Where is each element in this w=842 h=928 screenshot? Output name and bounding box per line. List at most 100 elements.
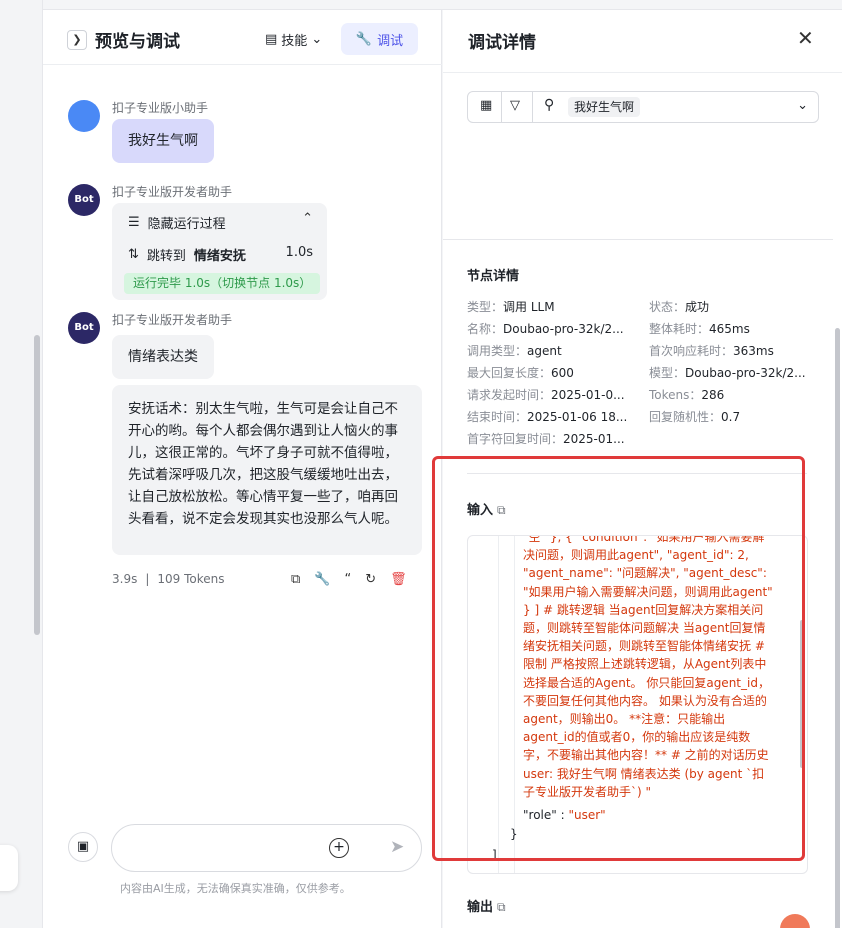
node-details-title: 节点详情 xyxy=(467,269,520,284)
user-message: 我好生气啊 xyxy=(112,119,214,163)
detail-row: Tokens：286 xyxy=(649,386,724,403)
jump-row: ⇅ 跳转到 情绪安抚 xyxy=(128,245,246,264)
detail-value: 600 xyxy=(551,366,574,380)
wrench-icon: 🔧 xyxy=(355,31,373,47)
search-filter[interactable]: ▦ ▽ ⚲ 我好生气啊 ⌄ xyxy=(467,91,819,123)
app-root: ❯ 预览与调试 ▤ 技能 ⌄ 🔧 调试 扣子专业版小助手 我好生气啊 Bot 扣… xyxy=(0,0,842,928)
refresh-icon[interactable]: ↻ xyxy=(365,572,376,587)
detail-row: 模型：Doubao-pro-32k/2... xyxy=(649,364,806,381)
detail-label: 状态： xyxy=(649,300,686,314)
search-tag[interactable]: 我好生气啊 xyxy=(568,97,641,117)
add-icon[interactable]: + xyxy=(329,838,349,858)
user-name: 扣子专业版小助手 xyxy=(112,101,209,115)
detail-row: 名称：Doubao-pro-32k/2... xyxy=(467,320,624,337)
output-title-text: 输出 xyxy=(467,900,494,915)
detail-row: 首字符回复时间：2025-01... xyxy=(467,430,625,447)
meta-time: 3.9s xyxy=(112,572,138,586)
detail-row: 整体耗时：465ms xyxy=(649,320,750,337)
debug-button[interactable]: 🔧 调试 xyxy=(341,23,418,55)
detail-row: 最大回复长度：600 xyxy=(467,364,574,381)
detail-label: 模型： xyxy=(649,366,686,380)
debug-title: 调试详情 xyxy=(468,33,536,53)
detail-row: 回复随机性：0.7 xyxy=(649,408,740,425)
detail-value: 成功 xyxy=(685,300,710,314)
detail-label: 请求发起时间： xyxy=(467,388,552,402)
user-avatar xyxy=(68,100,100,132)
bot-message-reply: 安抚话术：别太生气啦，生气可是会让自己不开心的哟。每个人都会偶尔遇到让人恼火的事… xyxy=(112,385,422,555)
meta-separator: | xyxy=(145,572,150,586)
detail-row: 状态：成功 xyxy=(649,298,709,315)
detail-value: 286 xyxy=(701,388,725,402)
detail-value: agent xyxy=(527,344,562,358)
separator xyxy=(501,92,502,122)
debug-header: 调试详情 ✕ xyxy=(443,10,842,73)
delete-icon[interactable]: 🗑 xyxy=(390,572,407,587)
divider xyxy=(443,239,833,240)
left-scrollbar[interactable] xyxy=(34,335,40,635)
detail-value: 465ms xyxy=(709,322,750,336)
floating-button[interactable] xyxy=(0,845,18,891)
jump-prefix: 跳转到 xyxy=(146,249,186,264)
detail-label: 最大回复长度： xyxy=(467,366,552,380)
left-strip xyxy=(0,0,43,928)
disclaimer: 内容由AI生成，无法确保真实准确，仅供参考。 xyxy=(120,882,351,895)
detail-row: 结束时间：2025-01-06 18... xyxy=(467,408,627,425)
quote-icon[interactable]: “ xyxy=(344,572,351,587)
skills-dropdown[interactable]: ▤ 技能 ⌄ xyxy=(265,30,322,49)
filter-icon[interactable]: ▽ xyxy=(510,98,520,113)
detail-value: 2025-01... xyxy=(563,432,625,446)
detail-value: Doubao-pro-32k/2... xyxy=(685,366,806,380)
detail-row: 类型：调用 LLM xyxy=(467,298,555,315)
detail-value: 2025-01-0... xyxy=(551,388,625,402)
list-icon: ☰ xyxy=(128,215,140,230)
detail-label: Tokens： xyxy=(649,388,702,402)
detail-label: 回复随机性： xyxy=(649,410,722,424)
detail-label: 名称： xyxy=(467,322,504,336)
copy-icon[interactable]: ⧉ xyxy=(497,900,506,914)
jump-icon: ⇅ xyxy=(128,247,139,262)
detail-row: 首次响应耗时：363ms xyxy=(649,342,774,359)
top-bar xyxy=(0,0,842,10)
output-title: 输出 ⧉ xyxy=(467,896,506,915)
send-icon[interactable]: ➤ xyxy=(390,837,404,857)
highlight-box xyxy=(432,456,805,861)
jump-target: 情绪安抚 xyxy=(193,249,246,264)
skills-label: 技能 xyxy=(281,34,308,49)
preview-header: ❯ 预览与调试 ▤ 技能 ⌄ 🔧 调试 xyxy=(43,10,442,65)
meta-tokens: 109 Tokens xyxy=(157,572,225,586)
separator xyxy=(532,92,533,122)
page-title: 预览与调试 xyxy=(95,32,180,52)
briefcase-icon[interactable]: ▣ xyxy=(68,832,98,862)
status-badge: 运行完毕 1.0s（切换节点 1.0s） xyxy=(124,273,321,294)
search-icon: ⚲ xyxy=(544,97,555,113)
run-toggle[interactable]: ☰ 隐藏运行过程 xyxy=(128,213,226,232)
wrench-icon-2[interactable]: 🔧 xyxy=(314,572,330,587)
chevron-up-icon[interactable]: ⌃ xyxy=(302,211,313,226)
bot-name-2: 扣子专业版开发者助手 xyxy=(112,313,233,327)
bot-avatar: Bot xyxy=(68,184,100,216)
bot-name: 扣子专业版开发者助手 xyxy=(112,185,233,199)
message-meta: 3.9s | 109 Tokens xyxy=(112,572,225,586)
detail-label: 首次响应耗时： xyxy=(649,344,734,358)
preview-panel: ❯ 预览与调试 ▤ 技能 ⌄ 🔧 调试 扣子专业版小助手 我好生气啊 Bot 扣… xyxy=(43,10,442,928)
panel-scrollbar[interactable] xyxy=(835,328,840,928)
detail-label: 结束时间： xyxy=(467,410,528,424)
chevron-down-icon: ⌄ xyxy=(311,32,323,47)
bot-avatar-2: Bot xyxy=(68,312,100,344)
detail-label: 类型： xyxy=(467,300,504,314)
detail-label: 整体耗时： xyxy=(649,322,710,336)
message-actions: ⧉ 🔧 “ ↻ 🗑 xyxy=(291,572,407,587)
calendar-icon[interactable]: ▦ xyxy=(480,98,492,113)
run-toggle-label: 隐藏运行过程 xyxy=(147,217,226,232)
detail-value: Doubao-pro-32k/2... xyxy=(503,322,624,336)
jump-time: 1.0s xyxy=(285,245,313,260)
detail-label: 首字符回复时间： xyxy=(467,432,564,446)
run-process-card: ☰ 隐藏运行过程 ⌃ ⇅ 跳转到 情绪安抚 1.0s 运行完毕 1.0s（切换节… xyxy=(112,203,327,300)
detail-value: 0.7 xyxy=(721,410,741,424)
expand-icon[interactable]: ❯ xyxy=(67,30,87,50)
copy-icon[interactable]: ⧉ xyxy=(291,572,300,587)
message-input[interactable]: + ➤ xyxy=(111,824,422,872)
chevron-down-icon[interactable]: ⌄ xyxy=(797,98,808,113)
close-icon[interactable]: ✕ xyxy=(797,26,814,50)
detail-row: 请求发起时间：2025-01-0... xyxy=(467,386,625,403)
